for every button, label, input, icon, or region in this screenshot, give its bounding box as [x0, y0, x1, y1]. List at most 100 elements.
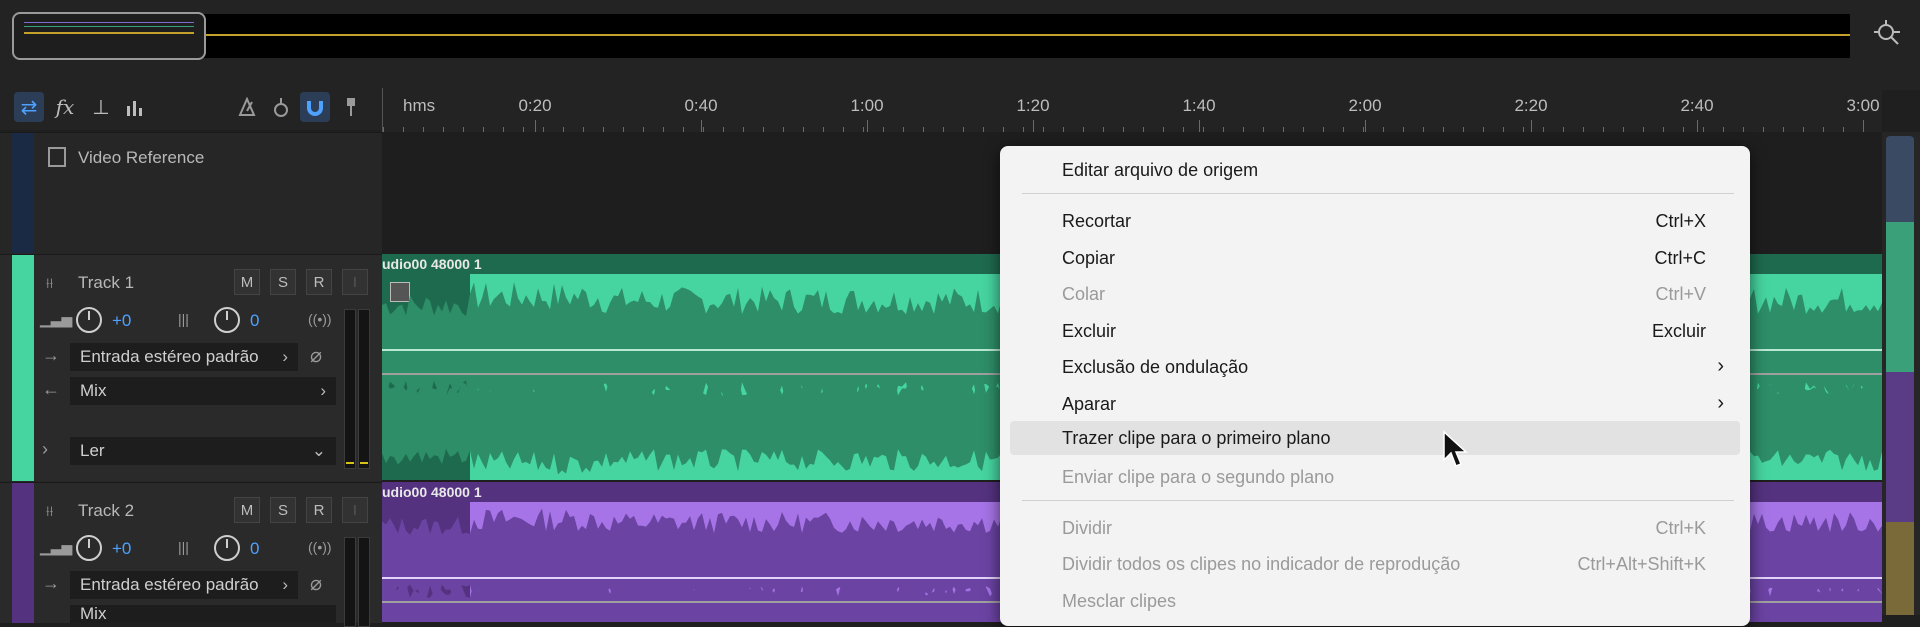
menu-item-label: Recortar [1062, 211, 1132, 231]
phase-invert-icon[interactable]: ⌀ [310, 571, 322, 596]
chevron-right-icon: › [282, 347, 288, 366]
scroll-video-segment [1886, 136, 1914, 226]
scroll-track-2-segment [1886, 372, 1914, 522]
pan-knob[interactable] [214, 307, 240, 333]
overview-panel [0, 0, 1920, 90]
menu-item-edit-source[interactable]: Editar arquivo de origem [1000, 153, 1750, 187]
menu-item-paste[interactable]: Colar Ctrl+V [1000, 277, 1750, 311]
input-arrow-icon: → [42, 573, 60, 593]
chevron-down-icon: ⌄ [311, 441, 326, 460]
ruler-tick [1531, 120, 1532, 132]
volume-knob[interactable] [76, 307, 102, 333]
pan-value[interactable]: 0 [250, 539, 259, 559]
input-monitor-button[interactable]: I [342, 269, 368, 295]
level-meter-left [344, 537, 356, 627]
marker-icon[interactable] [336, 92, 366, 122]
menu-item-merge-clips[interactable]: Mesclar clipes [1000, 584, 1750, 618]
menu-item-cut[interactable]: Recortar Ctrl+X [1000, 204, 1750, 238]
video-track-name: Video Reference [78, 148, 205, 167]
menu-item-label: Enviar clipe para o segundo plano [1062, 467, 1335, 487]
menu-item-label: Editar arquivo de origem [1062, 160, 1259, 180]
menu-item-split[interactable]: Dividir Ctrl+K [1000, 511, 1750, 545]
menu-item-send-to-back[interactable]: Enviar clipe para o segundo plano [1000, 460, 1750, 494]
ruler-tick [1199, 120, 1200, 132]
record-button[interactable]: R [306, 269, 332, 295]
solo-button[interactable]: S [270, 269, 296, 295]
track-1-header[interactable]: ⟊⟊ Track 1 M S R I ▁▃▅ +0 ||| 0 ((•)) → … [0, 254, 382, 481]
menu-item-label: Copiar [1062, 248, 1116, 268]
track-2-header[interactable]: ⟊⟊ Track 2 M S R I ▁▃▅ +0 ||| 0 ((•)) → … [0, 482, 382, 627]
fx-icon[interactable]: fx [50, 92, 80, 122]
pan-icon: ||| [178, 311, 189, 327]
send-icon[interactable]: ⊥ [86, 92, 116, 122]
ruler-tick [701, 120, 702, 132]
track-2-name: Track 2 [78, 501, 135, 520]
volume-icon: ▁▃▅ [40, 311, 73, 327]
menu-item-shortcut: Ctrl+X [1655, 211, 1706, 231]
swap-arrows-icon[interactable]: ⇄ [14, 92, 44, 122]
expand-chevron-icon[interactable]: › [42, 439, 48, 460]
pan-value[interactable]: 0 [250, 311, 259, 331]
menu-item-shortcut: Excluir [1651, 321, 1706, 341]
magnet-icon[interactable] [300, 92, 330, 122]
menu-item-label: Excluir [1062, 321, 1117, 341]
ruler-tick [867, 120, 868, 132]
scroll-track-3-segment [1886, 522, 1914, 615]
menu-item-label: Colar [1062, 284, 1106, 304]
menu-item-shortcut: Ctrl+Alt+Shift+K [1577, 554, 1706, 574]
menu-item-bring-to-front[interactable]: Trazer clipe para o primeiro plano [1010, 421, 1740, 455]
output-select[interactable]: Mix [70, 605, 336, 623]
meter-bars-icon[interactable] [120, 92, 150, 122]
menu-item-copy[interactable]: Copiar Ctrl+C [1000, 241, 1750, 275]
menu-item-split-all[interactable]: Dividir todos os clipes no indicador de … [1000, 547, 1750, 581]
broadcast-icon: ((•)) [308, 539, 332, 555]
overview-waveform-strip[interactable] [14, 14, 1850, 58]
input-arrow-icon: → [42, 345, 60, 365]
volume-knob[interactable] [76, 535, 102, 561]
zoom-navigator-icon[interactable] [1872, 18, 1904, 50]
video-track-color [12, 133, 34, 253]
track-2-color [12, 483, 34, 623]
pan-knob[interactable] [214, 535, 240, 561]
solo-button[interactable]: S [270, 497, 296, 523]
input-select[interactable]: Entrada estéreo padrão › [70, 571, 298, 599]
clip-label: udio00 48000 1 [382, 484, 482, 500]
menu-item-label: Dividir todos os clipes no indicador de … [1062, 554, 1461, 574]
menu-item-label: Exclusão de ondulação [1062, 357, 1249, 377]
output-label: Mix [80, 605, 107, 623]
overview-timeline-line [206, 34, 1850, 36]
mute-button[interactable]: M [234, 269, 260, 295]
ruler-unit-label: hms [403, 96, 436, 115]
phase-invert-icon[interactable]: ⌀ [310, 343, 322, 368]
overview-zoom-window[interactable] [12, 12, 206, 60]
ruler-tick-label: 1:00 [850, 96, 884, 115]
output-label: Mix [80, 381, 107, 400]
automation-mode-select[interactable]: Ler ⌄ [70, 437, 336, 465]
video-track-header[interactable]: Video Reference [0, 132, 382, 253]
metronome-icon[interactable] [232, 92, 262, 122]
scrub-icon[interactable] [266, 92, 296, 122]
input-label: Entrada estéreo padrão [80, 575, 259, 594]
output-arrow-icon: ← [42, 379, 60, 399]
menu-item-delete[interactable]: Excluir Excluir [1000, 314, 1750, 348]
menu-item-trim[interactable]: Aparar › [1000, 387, 1750, 421]
volume-value[interactable]: +0 [112, 539, 131, 559]
mute-button[interactable]: M [234, 497, 260, 523]
volume-value[interactable]: +0 [112, 311, 131, 331]
film-icon [48, 147, 66, 167]
output-select[interactable]: Mix › [70, 377, 336, 405]
vertical-scrollbar[interactable] [1882, 132, 1920, 615]
time-ruler[interactable]: hms 0:20 0:40 1:00 1:20 1:40 2:00 2:20 2:40 3:00 [382, 88, 1882, 132]
menu-item-ripple-delete[interactable]: Exclusão de ondulação › [1000, 350, 1750, 384]
ruler-tick [1033, 120, 1034, 132]
level-meter-left [344, 309, 356, 469]
menu-item-label: Trazer clipe para o primeiro plano [1062, 428, 1331, 448]
menu-item-label: Mesclar clipes [1062, 591, 1177, 611]
waveform-icon: ⟊⟊ [46, 503, 54, 519]
menu-item-shortcut: Ctrl+C [1654, 248, 1706, 268]
ruler-tick-label: 2:20 [1514, 96, 1548, 115]
level-meter-right [358, 537, 370, 627]
input-select[interactable]: Entrada estéreo padrão › [70, 343, 298, 371]
record-button[interactable]: R [306, 497, 332, 523]
input-monitor-button[interactable]: I [342, 497, 368, 523]
